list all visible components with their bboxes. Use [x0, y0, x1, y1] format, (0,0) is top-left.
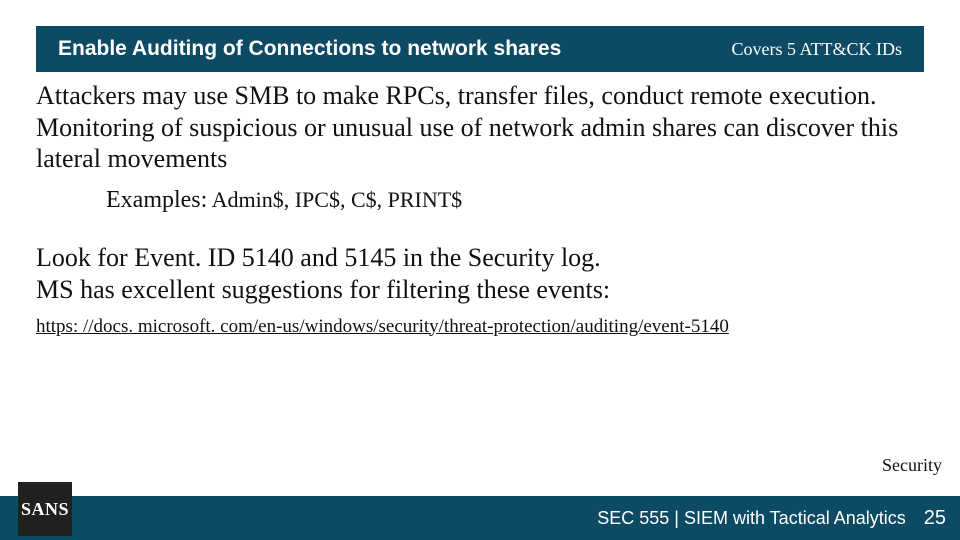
course-code: SEC 555 | SIEM with Tactical Analytics — [597, 508, 905, 529]
slide-title: Enable Auditing of Connections to networ… — [58, 37, 561, 61]
docs-link[interactable]: https: //docs. microsoft. com/en-us/wind… — [36, 316, 729, 337]
security-label: Security — [882, 455, 942, 476]
sans-logo: SANS — [18, 482, 72, 536]
para2-line-a: Look for Event. ID 5140 and 5145 in the … — [36, 243, 601, 272]
body-area: Attackers may use SMB to make RPCs, tran… — [36, 80, 924, 338]
paragraph-eventid: Look for Event. ID 5140 and 5145 in the … — [36, 242, 924, 305]
sans-logo-text: SANS — [21, 499, 69, 520]
page-number: 25 — [924, 507, 946, 530]
title-bar: Enable Auditing of Connections to networ… — [36, 26, 924, 72]
examples-line: Examples: Admin$, IPC$, C$, PRINT$ — [106, 187, 924, 214]
examples-items: Admin$, IPC$, C$, PRINT$ — [207, 187, 462, 212]
examples-label: Examples: — [106, 187, 207, 213]
attack-badge: Covers 5 ATT&CK IDs — [732, 39, 903, 60]
para2-line-b: MS has excellent suggestions for filteri… — [36, 275, 610, 304]
footer-bar: SEC 555 | SIEM with Tactical Analytics 2… — [0, 496, 960, 540]
paragraph-intro: Attackers may use SMB to make RPCs, tran… — [36, 80, 924, 175]
slide: Enable Auditing of Connections to networ… — [0, 0, 960, 540]
